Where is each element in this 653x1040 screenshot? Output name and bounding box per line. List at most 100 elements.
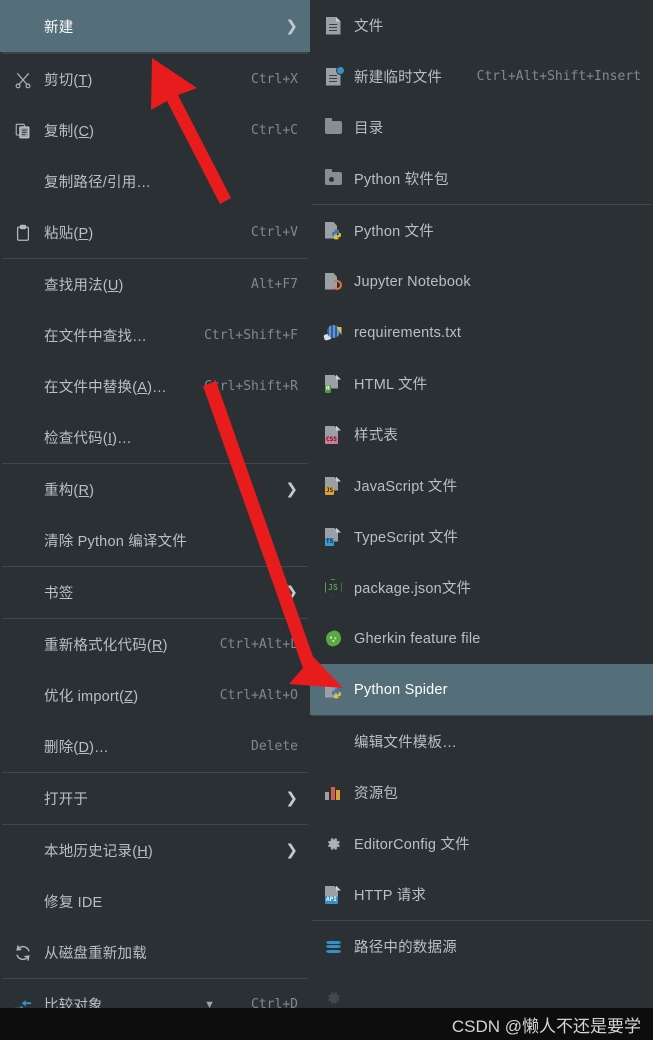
menu-item-shortcut: Ctrl+V xyxy=(251,225,298,240)
menu-item-shortcut: Ctrl+Shift+F xyxy=(204,328,298,343)
database-icon xyxy=(320,938,346,956)
menu-item-package-json[interactable]: JS package.json文件 xyxy=(310,562,653,613)
menu-item-scratch-file[interactable]: 新建临时文件 Ctrl+Alt+Shift+Insert xyxy=(310,51,653,102)
menu-item-edit-templates[interactable]: 编辑文件模板… xyxy=(310,716,653,767)
file-icon xyxy=(320,16,346,35)
new-file-submenu: 文件 新建临时文件 Ctrl+Alt+Shift+Insert 目录 Python 软件… xyxy=(310,0,653,1040)
menu-item-paste[interactable]: 粘贴(P) Ctrl+V xyxy=(0,207,310,258)
chevron-right-icon: ❯ xyxy=(285,481,298,498)
menu-item-requirements[interactable]: requirements.txt xyxy=(310,307,653,358)
menu-item-directory[interactable]: 目录 xyxy=(310,102,653,153)
menu-item-label: 删除(D)… xyxy=(44,740,109,756)
menu-item-label: 修复 IDE xyxy=(44,895,103,911)
menu-item-label: 复制路径/引用… xyxy=(44,175,152,191)
menu-item-http-request[interactable]: API HTTP 请求 xyxy=(310,869,653,920)
html-file-icon: H xyxy=(320,374,346,393)
menu-item-repair-ide[interactable]: 修复 IDE xyxy=(0,876,310,927)
menu-item-jupyter[interactable]: Jupyter Notebook xyxy=(310,256,653,307)
menu-item-python-file[interactable]: Python 文件 xyxy=(310,205,653,256)
menu-item-label: HTTP 请求 xyxy=(354,888,427,904)
menu-item-optimize-imports[interactable]: 优化 import(Z) Ctrl+Alt+O xyxy=(0,670,310,721)
no-icon xyxy=(10,481,36,499)
chevron-right-icon: ❯ xyxy=(285,584,298,601)
menu-item-label: 打开于 xyxy=(44,792,89,808)
menu-item-label: 目录 xyxy=(354,121,384,137)
http-request-icon: API xyxy=(320,885,346,904)
menu-item-label: Gherkin feature file xyxy=(354,630,481,647)
no-icon xyxy=(10,378,36,396)
menu-item-label: 在文件中查找… xyxy=(44,329,147,345)
menu-item-shortcut: Ctrl+Alt+O xyxy=(219,688,298,703)
no-icon xyxy=(10,893,36,911)
copy-icon xyxy=(10,122,36,140)
menu-item-copy[interactable]: 复制(C) Ctrl+C xyxy=(0,105,310,156)
menu-item-label: Python 文件 xyxy=(354,224,434,240)
menu-item-label: EditorConfig 文件 xyxy=(354,837,470,853)
menu-item-refactor[interactable]: 重构(R) ❯ xyxy=(0,464,310,515)
menu-item-label: 书签 xyxy=(44,586,74,602)
menu-item-stylesheet[interactable]: CSS 样式表 xyxy=(310,409,653,460)
nodejs-icon: JS xyxy=(320,578,346,597)
menu-item-inspect-code[interactable]: 检查代码(I)… xyxy=(0,412,310,463)
no-icon xyxy=(10,429,36,447)
no-icon xyxy=(10,532,36,550)
no-icon xyxy=(10,276,36,294)
menu-item-cut[interactable]: 剪切(T) Ctrl+X xyxy=(0,54,310,105)
menu-item-label: 重新格式化代码(R) xyxy=(44,638,168,654)
menu-item-copy-path[interactable]: 复制路径/引用… xyxy=(0,156,310,207)
no-icon xyxy=(10,584,36,602)
python-file-icon xyxy=(320,680,346,699)
menu-item-new[interactable]: 新建 ❯ xyxy=(0,0,310,52)
watermark-footer: CSDN @懒人不还是要学 xyxy=(0,1008,653,1040)
screenshot-root: 新建 ❯ 剪切(T) Ctrl+X 复制(C) Ctrl+C 复制路径/引用… 粘贴(P) Ct… xyxy=(0,0,653,1040)
menu-item-open-in[interactable]: 打开于 ❯ xyxy=(0,773,310,824)
no-icon xyxy=(10,738,36,756)
menu-item-label: requirements.txt xyxy=(354,324,462,341)
watermark-text: CSDN @懒人不还是要学 xyxy=(451,1016,641,1036)
menu-item-local-history[interactable]: 本地历史记录(H) ❯ xyxy=(0,825,310,876)
menu-item-label: Python Spider xyxy=(354,681,448,698)
menu-item-python-spider[interactable]: Python Spider xyxy=(310,664,653,715)
menu-item-shortcut: Alt+F7 xyxy=(251,277,298,292)
clipboard-icon xyxy=(10,224,36,242)
no-icon xyxy=(320,733,346,751)
jupyter-icon xyxy=(320,272,346,291)
menu-item-typescript-file[interactable]: TS TypeScript 文件 xyxy=(310,511,653,562)
menu-item-html-file[interactable]: H HTML 文件 xyxy=(310,358,653,409)
no-icon xyxy=(10,327,36,345)
menu-item-label: 优化 import(Z) xyxy=(44,689,139,705)
menu-item-file[interactable]: 文件 xyxy=(310,0,653,51)
python-package-icon xyxy=(320,169,346,188)
menu-item-replace-in-files[interactable]: 在文件中替换(A)… Ctrl+Shift+R xyxy=(0,361,310,412)
menu-item-shortcut: Ctrl+X xyxy=(251,72,298,87)
no-icon xyxy=(10,687,36,705)
menu-item-shortcut: Delete xyxy=(251,739,298,754)
python-file-icon xyxy=(320,221,346,240)
menu-item-gherkin[interactable]: Gherkin feature file xyxy=(310,613,653,664)
scratch-file-icon xyxy=(320,65,346,86)
chevron-right-icon: ❯ xyxy=(285,17,298,35)
menu-item-label: 剪切(T) xyxy=(44,73,93,89)
cucumber-icon xyxy=(320,628,346,649)
no-icon xyxy=(10,173,36,191)
menu-item-find-in-files[interactable]: 在文件中查找… Ctrl+Shift+F xyxy=(0,310,310,361)
menu-item-clean-pyc[interactable]: 清除 Python 编译文件 xyxy=(0,515,310,566)
menu-item-label: 重构(R) xyxy=(44,483,95,499)
folder-icon xyxy=(320,118,346,137)
menu-item-reformat-code[interactable]: 重新格式化代码(R) Ctrl+Alt+L xyxy=(0,619,310,670)
ts-file-icon: TS xyxy=(320,527,346,546)
menu-item-reload-from-disk[interactable]: 从磁盘重新加载 xyxy=(0,927,310,978)
menu-item-label: 资源包 xyxy=(354,786,399,802)
menu-item-find-usages[interactable]: 查找用法(U) Alt+F7 xyxy=(0,259,310,310)
menu-item-label: 路径中的数据源 xyxy=(354,940,457,956)
menu-item-resource-bundle[interactable]: 资源包 xyxy=(310,767,653,818)
menu-item-data-source[interactable]: 路径中的数据源 xyxy=(310,921,653,972)
resource-bundle-icon xyxy=(320,784,346,802)
menu-item-javascript-file[interactable]: JS JavaScript 文件 xyxy=(310,460,653,511)
menu-item-editorconfig[interactable]: EditorConfig 文件 xyxy=(310,818,653,869)
menu-item-label: 新建临时文件 xyxy=(354,70,443,86)
menu-item-bookmarks[interactable]: 书签 ❯ xyxy=(0,567,310,618)
menu-item-python-package[interactable]: Python 软件包 xyxy=(310,153,653,204)
menu-item-shortcut: Ctrl+Shift+R xyxy=(204,379,298,394)
menu-item-delete[interactable]: 删除(D)… Delete xyxy=(0,721,310,772)
